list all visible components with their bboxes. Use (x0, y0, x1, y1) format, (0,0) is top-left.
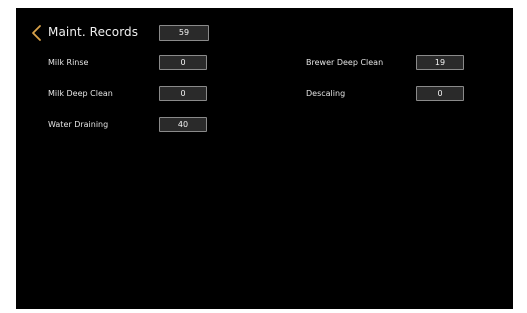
page-title: Maint. Records (48, 25, 139, 39)
milk-deep-clean-value: 0 (159, 86, 207, 101)
milk-deep-clean-label: Milk Deep Clean (48, 89, 113, 98)
milk-rinse-label: Milk Rinse (48, 58, 89, 67)
total-records-value: 59 (159, 25, 209, 41)
water-draining-label: Water Draining (48, 120, 109, 129)
descaling-label: Descaling (306, 89, 346, 98)
back-chevron-icon[interactable] (30, 24, 44, 42)
milk-rinse-value: 0 (159, 55, 207, 70)
maintenance-records-screen: Maint. Records 59 Milk Rinse 0 Milk Deep… (16, 8, 513, 309)
descaling-value: 0 (416, 86, 464, 101)
brewer-deep-clean-value: 19 (416, 55, 464, 70)
water-draining-value: 40 (159, 117, 207, 132)
brewer-deep-clean-label: Brewer Deep Clean (306, 58, 384, 67)
